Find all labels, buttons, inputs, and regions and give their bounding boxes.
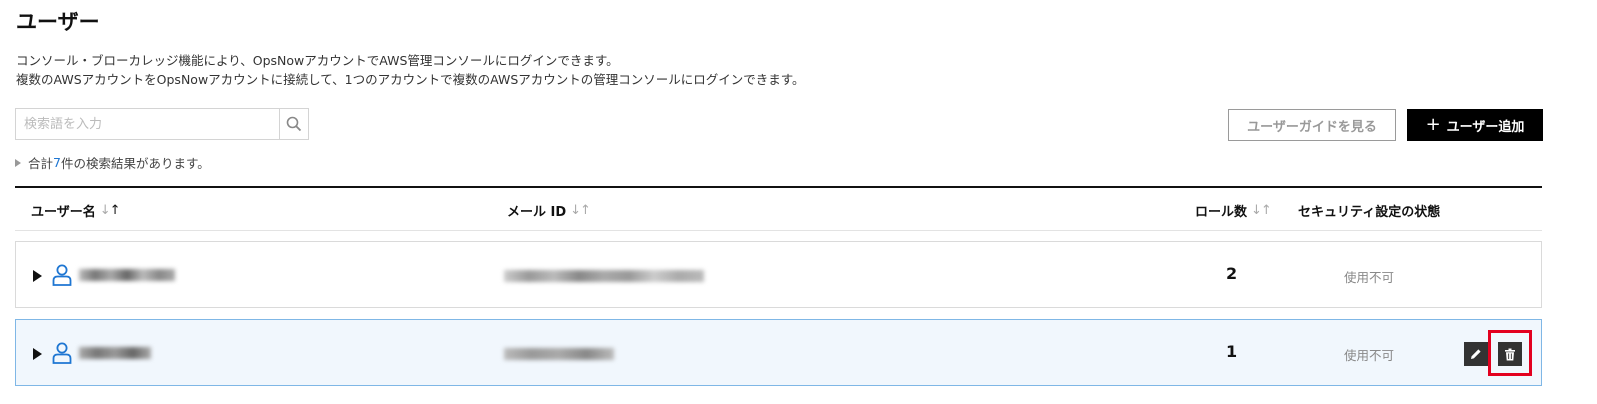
edit-button[interactable] (1464, 342, 1488, 366)
user-icon (52, 264, 72, 286)
search-button[interactable] (279, 109, 308, 139)
search-summary: 合計 7 件の検索結果があります。 (15, 153, 210, 172)
expand-row-icon[interactable] (33, 270, 42, 282)
email-redacted (504, 348, 614, 360)
result-count: 7 (53, 155, 61, 170)
username-redacted (79, 269, 175, 281)
page-description-line-1: コンソール・ブローカレッジ機能により、OpsNowアカウントでAWS管理コンソー… (16, 53, 619, 68)
plus-icon: + (1425, 114, 1441, 135)
column-header-security: セキュリティ設定の状態 (1298, 205, 1441, 220)
header-divider (15, 230, 1542, 231)
table-row[interactable]: 2 使用不可 (15, 241, 1542, 308)
page-description-line-2: 複数のAWSアカウントをOpsNowアカウントに接続して、1つのアカウントで複数… (16, 72, 805, 87)
column-header-username[interactable]: ユーザー名 ↓↑ (31, 201, 121, 220)
role-count: 1 (1226, 342, 1238, 361)
summary-suffix: 件の検索結果があります。 (60, 156, 210, 171)
sort-icon[interactable]: ↓↑ (1251, 203, 1272, 218)
sort-icon[interactable]: ↓↑ (100, 203, 121, 218)
page-title: ユーザー (16, 10, 100, 34)
column-header-roles[interactable]: ロール数 ↓↑ (1195, 201, 1272, 220)
pencil-icon (1471, 349, 1481, 359)
sort-icon[interactable]: ↓↑ (570, 203, 591, 218)
table-top-border (15, 186, 1542, 188)
security-status: 使用不可 (1344, 270, 1395, 285)
role-count: 2 (1226, 264, 1238, 283)
column-header-email[interactable]: メール ID ↓↑ (507, 201, 591, 220)
expand-row-icon[interactable] (33, 348, 42, 360)
delete-button-highlight (1488, 330, 1532, 376)
expand-arrow-icon (15, 158, 21, 167)
add-user-label: ユーザー追加 (1446, 119, 1525, 135)
summary-prefix: 合計 (28, 156, 54, 171)
username-redacted (79, 347, 151, 359)
user-icon (52, 342, 72, 364)
email-redacted (504, 270, 704, 282)
search-input[interactable] (16, 109, 280, 139)
search-icon (286, 116, 302, 132)
user-guide-button[interactable]: ユーザーガイドを見る (1228, 109, 1396, 141)
search-box (15, 108, 309, 140)
add-user-button[interactable]: + ユーザー追加 (1407, 109, 1543, 141)
security-status: 使用不可 (1344, 348, 1395, 363)
table-row[interactable]: 1 使用不可 (15, 319, 1542, 386)
